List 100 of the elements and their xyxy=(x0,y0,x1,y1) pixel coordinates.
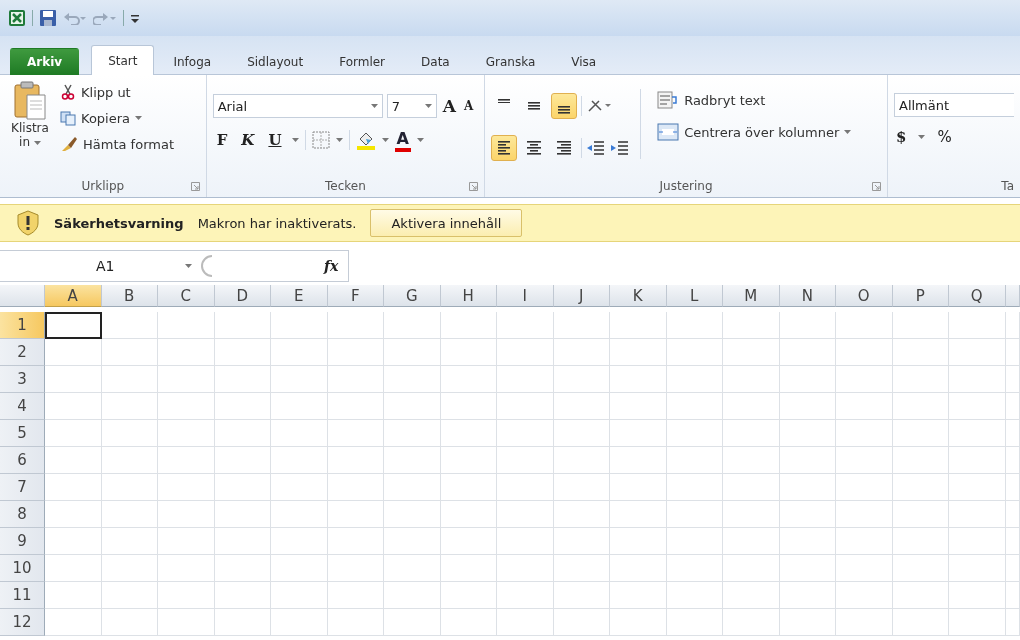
grid-cell[interactable] xyxy=(779,555,836,582)
grid-cell[interactable] xyxy=(892,528,949,555)
grid-cell[interactable] xyxy=(327,339,384,366)
fill-color-icon[interactable] xyxy=(355,130,376,150)
row-header[interactable]: 4 xyxy=(0,393,45,420)
grid-cell[interactable] xyxy=(553,420,610,447)
dialog-launcher-icon[interactable] xyxy=(190,182,200,191)
grid-cell[interactable] xyxy=(610,555,667,582)
grid-cell[interactable] xyxy=(440,312,497,339)
grid-cell[interactable] xyxy=(158,393,215,420)
column-header[interactable]: O xyxy=(836,285,893,307)
grid-cell[interactable] xyxy=(45,582,102,609)
grid-cell[interactable] xyxy=(610,312,667,339)
grid-cell[interactable] xyxy=(836,474,893,501)
grid-cell[interactable] xyxy=(836,609,893,636)
grid-cell[interactable] xyxy=(384,420,441,447)
grow-font-button[interactable]: A xyxy=(440,96,458,116)
grid-cell[interactable] xyxy=(101,528,158,555)
wrap-text-button[interactable]: Radbryt text xyxy=(657,89,852,111)
grid-cell[interactable] xyxy=(497,393,554,420)
grid-cell[interactable] xyxy=(666,528,723,555)
dialog-launcher-icon[interactable] xyxy=(872,182,881,191)
row-header[interactable]: 2 xyxy=(0,339,45,366)
grid-cell[interactable] xyxy=(45,366,102,393)
grid-cell[interactable] xyxy=(949,393,1006,420)
grid-cell[interactable] xyxy=(440,582,497,609)
grid-cell[interactable] xyxy=(779,528,836,555)
grid-cell[interactable] xyxy=(45,555,102,582)
grid-cell[interactable] xyxy=(1005,447,1020,474)
grid-cell[interactable] xyxy=(723,609,780,636)
row-header[interactable]: 3 xyxy=(0,366,45,393)
customize-menu-icon[interactable] xyxy=(130,12,140,24)
save-icon[interactable] xyxy=(39,9,57,27)
grid-cell[interactable] xyxy=(553,501,610,528)
grid-cell[interactable] xyxy=(892,420,949,447)
grid-cell[interactable] xyxy=(158,609,215,636)
row-header[interactable]: 5 xyxy=(0,420,45,447)
grid-cell[interactable] xyxy=(666,501,723,528)
spreadsheet-logo-icon[interactable] xyxy=(8,9,26,27)
grid-cell[interactable] xyxy=(271,447,328,474)
grid-cell[interactable] xyxy=(949,582,1006,609)
grid-cell[interactable] xyxy=(45,474,102,501)
grid-cell[interactable] xyxy=(45,609,102,636)
grid-cell[interactable] xyxy=(214,420,271,447)
grid-cell[interactable] xyxy=(101,501,158,528)
grid-cell[interactable] xyxy=(158,312,215,339)
grid-cell[interactable] xyxy=(779,312,836,339)
italic-button[interactable]: K xyxy=(237,131,259,149)
column-header[interactable]: D xyxy=(214,285,271,307)
merge-center-button[interactable]: Centrera över kolumner xyxy=(657,121,852,143)
grid-cell[interactable] xyxy=(779,420,836,447)
grid-cell[interactable] xyxy=(553,447,610,474)
enable-content-button[interactable]: Aktivera innehåll xyxy=(370,209,523,237)
caret-icon[interactable] xyxy=(424,103,432,109)
grid-cell[interactable] xyxy=(892,339,949,366)
grid-cell[interactable] xyxy=(1005,528,1020,555)
grid-cell[interactable] xyxy=(892,393,949,420)
dialog-launcher-icon[interactable] xyxy=(469,182,479,191)
formula-input[interactable] xyxy=(348,250,1020,282)
column-header[interactable]: J xyxy=(553,285,610,307)
grid-cell[interactable] xyxy=(214,447,271,474)
grid-cell[interactable] xyxy=(892,366,949,393)
grid-cell[interactable] xyxy=(271,555,328,582)
column-header[interactable]: P xyxy=(892,285,949,307)
grid-cell[interactable] xyxy=(440,393,497,420)
grid-cell[interactable] xyxy=(610,582,667,609)
ribbon-tab[interactable]: Granska xyxy=(468,48,553,75)
grid-cell[interactable] xyxy=(723,528,780,555)
grid-cell[interactable] xyxy=(949,366,1006,393)
caret-icon[interactable] xyxy=(918,134,926,140)
grid-cell[interactable] xyxy=(836,555,893,582)
grid-cell[interactable] xyxy=(779,366,836,393)
grid-cell[interactable] xyxy=(779,501,836,528)
align-bottom-button[interactable] xyxy=(551,93,578,119)
grid-cell[interactable] xyxy=(101,609,158,636)
ribbon-tab[interactable]: Data xyxy=(404,48,467,75)
grid-cell[interactable] xyxy=(892,312,949,339)
grid-cell[interactable] xyxy=(440,555,497,582)
grid-cell[interactable] xyxy=(271,366,328,393)
grid-cell[interactable] xyxy=(384,393,441,420)
column-header[interactable]: C xyxy=(158,285,215,307)
grid-cell[interactable] xyxy=(949,528,1006,555)
grid-cell[interactable] xyxy=(327,420,384,447)
grid-cell[interactable] xyxy=(610,501,667,528)
grid-cell[interactable] xyxy=(214,393,271,420)
grid-cell[interactable] xyxy=(101,447,158,474)
grid-cell[interactable] xyxy=(949,339,1006,366)
increase-indent-icon[interactable] xyxy=(610,139,631,157)
grid-cell[interactable] xyxy=(1005,474,1020,501)
grid-cell[interactable] xyxy=(553,312,610,339)
column-header[interactable]: E xyxy=(271,285,328,307)
grid-cell[interactable] xyxy=(779,339,836,366)
grid-cell[interactable] xyxy=(327,528,384,555)
grid-cell[interactable] xyxy=(723,312,780,339)
grid-cell[interactable] xyxy=(723,420,780,447)
grid-cell[interactable] xyxy=(101,582,158,609)
grid-cell[interactable] xyxy=(610,339,667,366)
grid-cell[interactable] xyxy=(666,312,723,339)
align-left-button[interactable] xyxy=(491,135,518,161)
grid-cell[interactable] xyxy=(779,582,836,609)
